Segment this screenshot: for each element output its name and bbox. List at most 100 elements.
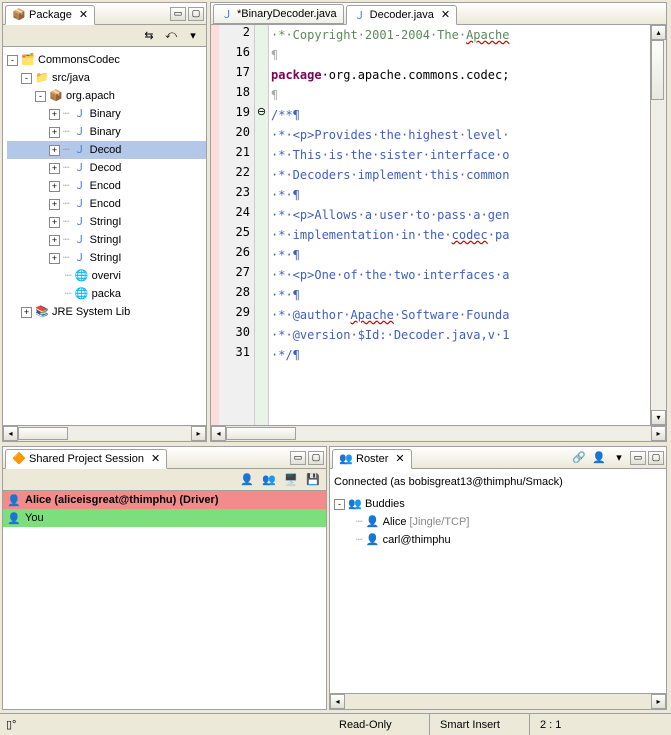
minimize-button[interactable]: ▭ [290, 451, 306, 465]
roster-adduser-button[interactable]: 👤 [590, 449, 608, 467]
tree-item[interactable]: +┈ＪStringI [7, 213, 206, 231]
scroll-left-button[interactable]: ◂ [211, 426, 226, 441]
tab-package[interactable]: 📦 Package ✕ [5, 5, 95, 25]
session-action-4[interactable]: 💾 [304, 471, 322, 489]
expand-toggle[interactable]: + [49, 145, 60, 156]
fold-margin[interactable]: ⊖ [255, 25, 269, 425]
tree-item[interactable]: ┈🌐overvi [7, 267, 206, 285]
expand-toggle[interactable]: - [334, 499, 345, 510]
roster-view: 👥 Roster ✕ 🔗 👤 ▾ ▭ ▢ Connected (as bobis… [329, 446, 667, 710]
view-menu-button[interactable]: ▾ [184, 27, 202, 45]
close-icon[interactable]: ✕ [151, 452, 160, 465]
code-line[interactable]: ·*·@version·$Id:·Decoder.java,v·1 [271, 325, 650, 345]
expand-toggle[interactable]: - [35, 91, 46, 102]
expand-toggle[interactable]: + [49, 199, 60, 210]
tab-session[interactable]: 🔶 Shared Project Session ✕ [5, 449, 167, 469]
scroll-down-button[interactable]: ▾ [651, 410, 666, 425]
session-action-3[interactable]: 🖥️ [282, 471, 300, 489]
h-scrollbar[interactable]: ◂ ▸ [3, 425, 206, 441]
status-cursorpos: 2 : 1 [529, 714, 671, 735]
close-icon[interactable]: ✕ [79, 8, 88, 21]
scroll-up-button[interactable]: ▴ [651, 25, 666, 40]
tree-item[interactable]: +┈ＪEncod [7, 195, 206, 213]
code-line[interactable]: ·*·¶ [271, 245, 650, 265]
participant-row[interactable]: 👤You [3, 509, 326, 527]
tree-item[interactable]: +┈ＪStringI [7, 249, 206, 267]
code-line[interactable]: ·*·¶ [271, 285, 650, 305]
tab-binarydecoder[interactable]: Ｊ *BinaryDecoder.java [213, 4, 344, 24]
tab-roster[interactable]: 👥 Roster ✕ [332, 449, 412, 469]
tree-item-label: StringI [90, 249, 122, 267]
code-line[interactable]: ·*·¶ [271, 185, 650, 205]
tab-decoder[interactable]: Ｊ Decoder.java ✕ [346, 5, 457, 25]
maximize-button[interactable]: ▢ [188, 7, 204, 21]
code-area[interactable]: ·*·Copyright·2001-2004·The·Apache¶packag… [269, 25, 650, 425]
scroll-right-button[interactable]: ▸ [651, 694, 666, 709]
expand-toggle[interactable]: + [49, 181, 60, 192]
tree-item[interactable]: +┈ＪStringI [7, 231, 206, 249]
tab-label: Roster [356, 453, 388, 465]
code-line[interactable]: ·*/¶ [271, 345, 650, 365]
v-scrollbar[interactable]: ▴ ▾ [650, 25, 666, 425]
status-indicator-icon: ▯° [6, 718, 16, 731]
scroll-left-button[interactable]: ◂ [3, 426, 18, 441]
expand-toggle[interactable]: + [49, 127, 60, 138]
code-line[interactable]: ·*·Copyright·2001-2004·The·Apache [271, 25, 650, 45]
code-line[interactable]: ·*·<p>One·of·the·two·interfaces·a [271, 265, 650, 285]
tree-item-label: packa [92, 285, 121, 303]
close-icon[interactable]: ✕ [395, 452, 404, 465]
scroll-right-button[interactable]: ▸ [651, 426, 666, 441]
roster-connect-button[interactable]: 🔗 [570, 449, 588, 467]
code-line[interactable]: package·org.apache.commons.codec; [271, 65, 650, 85]
tree-item[interactable]: +┈ＪEncod [7, 177, 206, 195]
session-action-2[interactable]: 👥 [260, 471, 278, 489]
tree-item[interactable]: +┈ＪBinary [7, 105, 206, 123]
scroll-right-button[interactable]: ▸ [191, 426, 206, 441]
scroll-left-button[interactable]: ◂ [330, 694, 345, 709]
tree-item[interactable]: +┈ＪDecod [7, 159, 206, 177]
tree-item[interactable]: +┈ＪDecod [7, 141, 206, 159]
code-line[interactable]: ·*·implementation·in·the·codec·pa [271, 225, 650, 245]
group-icon: 👥 [348, 497, 362, 511]
minimize-button[interactable]: ▭ [630, 451, 646, 465]
expand-toggle[interactable]: - [21, 73, 32, 84]
buddy-icon: 👤 [366, 533, 380, 547]
buddy-item[interactable]: ┈👤carl@thimphu [334, 531, 662, 549]
maximize-button[interactable]: ▢ [648, 451, 664, 465]
h-scrollbar[interactable]: ◂ ▸ [211, 425, 666, 441]
expand-toggle[interactable]: + [21, 307, 32, 318]
close-icon[interactable]: ✕ [441, 8, 450, 21]
expand-toggle[interactable]: + [49, 235, 60, 246]
session-action-1[interactable]: 👤 [238, 471, 256, 489]
code-line[interactable]: ·*·Decoders·implement·this·common [271, 165, 650, 185]
java-file-icon: Ｊ [73, 197, 87, 211]
code-line[interactable]: ·*·<p>Allows·a·user·to·pass·a·gen [271, 205, 650, 225]
fold-toggle[interactable]: ⊖ [255, 105, 268, 125]
expand-toggle[interactable]: + [49, 109, 60, 120]
expand-toggle[interactable]: + [49, 253, 60, 264]
code-line[interactable]: ¶ [271, 85, 650, 105]
collapse-all-button[interactable]: ⇆ [140, 27, 158, 45]
code-line[interactable]: /**¶ [271, 105, 650, 125]
participant-row[interactable]: 👤Alice (aliceisgreat@thimphu) (Driver) [3, 491, 326, 509]
tree-item[interactable]: ┈🌐packa [7, 285, 206, 303]
minimize-button[interactable]: ▭ [170, 7, 186, 21]
view-menu-button[interactable]: ▾ [610, 449, 628, 467]
package-tree[interactable]: -🗂️CommonsCodec -📁src/java -📦org.apach +… [3, 47, 206, 425]
code-line[interactable]: ·*·This·is·the·sister·interface·o [271, 145, 650, 165]
expand-toggle[interactable]: + [49, 163, 60, 174]
code-line[interactable]: ¶ [271, 45, 650, 65]
expand-toggle[interactable]: + [49, 217, 60, 228]
expand-toggle[interactable]: - [7, 55, 18, 66]
h-scrollbar[interactable]: ◂ ▸ [330, 693, 666, 709]
user-icon: 👤 [7, 511, 21, 525]
participant-list[interactable]: 👤Alice (aliceisgreat@thimphu) (Driver)👤Y… [3, 491, 326, 709]
java-file-icon: Ｊ [73, 125, 87, 139]
link-editor-button[interactable]: ⤺ [162, 27, 180, 45]
buddy-item[interactable]: ┈👤Alice [Jingle/TCP] [334, 513, 662, 531]
tree-item-label: StringI [90, 213, 122, 231]
tree-item[interactable]: +┈ＪBinary [7, 123, 206, 141]
code-line[interactable]: ·*·<p>Provides·the·highest·level· [271, 125, 650, 145]
code-line[interactable]: ·*·@author·Apache·Software·Founda [271, 305, 650, 325]
maximize-button[interactable]: ▢ [308, 451, 324, 465]
